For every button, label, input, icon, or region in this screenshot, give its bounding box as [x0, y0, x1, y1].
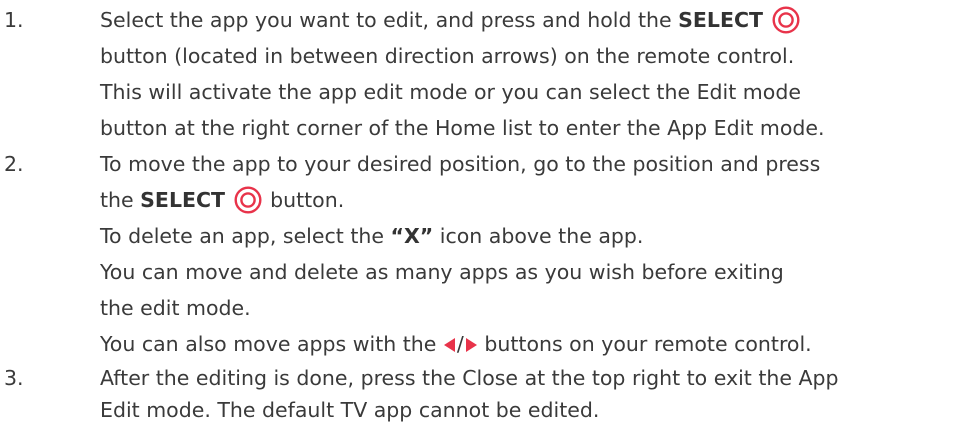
step-number: 1. [4, 8, 24, 32]
step-number: 2. [4, 152, 24, 176]
step-text-line: the edit mode. [100, 296, 251, 320]
right-arrow-icon [465, 338, 477, 352]
text-segment: button. [263, 188, 345, 212]
text-segment: the [100, 188, 141, 212]
step-text-line: button at the right corner of the Home l… [100, 116, 825, 140]
step-text-line: the SELECT button. [100, 182, 344, 218]
step-number: 3. [4, 366, 24, 390]
bold-keyword: SELECT [678, 8, 764, 32]
text-segment: / [456, 332, 464, 356]
step-text-line: Edit mode. The default TV app cannot be … [100, 398, 600, 422]
select-button-icon [234, 186, 262, 214]
step-text-line: This will activate the app edit mode or … [100, 80, 801, 104]
step-text-line: Select the app you want to edit, and pre… [100, 2, 802, 38]
step-text-line: After the editing is done, press the Clo… [100, 366, 839, 390]
step-text-line: You can move and delete as many apps as … [100, 260, 784, 284]
step-text-line: button (located in between direction arr… [100, 44, 795, 68]
text-segment: Select the app you want to edit, and pre… [100, 8, 679, 32]
text-segment: To delete an app, select the [100, 224, 391, 248]
text-segment: icon above the app. [433, 224, 644, 248]
step-text-line: To move the app to your desired position… [100, 152, 821, 176]
step-text-line: To delete an app, select the “X” icon ab… [100, 218, 643, 254]
left-arrow-icon [443, 338, 455, 352]
bold-keyword: SELECT [140, 188, 226, 212]
bold-keyword: “X” [390, 224, 434, 248]
step-text-line: You can also move apps with the / button… [100, 326, 812, 362]
text-segment: You can also move apps with the [100, 332, 443, 356]
text-segment: buttons on your remote control. [477, 332, 812, 356]
select-button-icon [772, 6, 800, 34]
